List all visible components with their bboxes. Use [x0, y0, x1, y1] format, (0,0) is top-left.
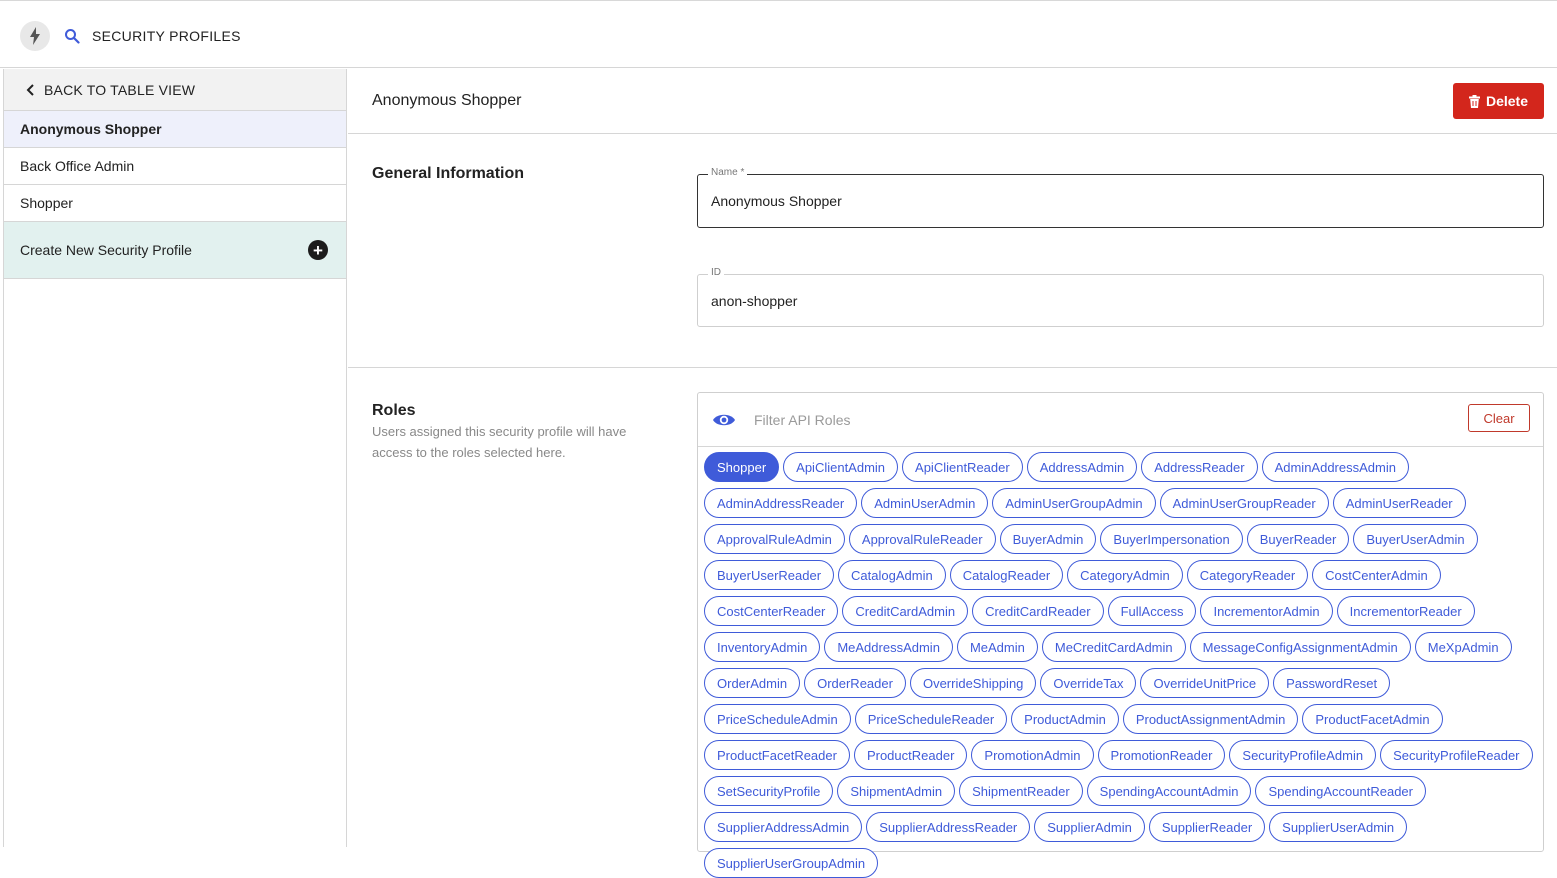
role-chip-overrideshipping[interactable]: OverrideShipping	[909, 668, 1037, 698]
role-chip-addressadmin[interactable]: AddressAdmin	[1026, 452, 1138, 482]
role-chip-shipmentadmin[interactable]: ShipmentAdmin	[837, 776, 956, 806]
role-chip-securityprofilereader[interactable]: SecurityProfileReader	[1380, 740, 1533, 770]
role-chip-messageconfigassignmentadmin[interactable]: MessageConfigAssignmentAdmin	[1189, 632, 1411, 662]
name-field[interactable]: Name * Anonymous Shopper	[697, 167, 1544, 228]
role-chip-apiclientreader[interactable]: ApiClientReader	[902, 452, 1023, 482]
role-chip-supplieraddressreader[interactable]: SupplierAddressReader	[866, 812, 1031, 842]
role-chip-costcenterreader[interactable]: CostCenterReader	[704, 596, 839, 626]
role-chips: Shopper ApiClientAdmin ApiClientReader Addr…	[704, 452, 1534, 878]
role-chip-priceschedulereader[interactable]: PriceScheduleReader	[854, 704, 1008, 734]
main-panel: Anonymous Shopper Delete General Informa…	[348, 69, 1557, 878]
role-chip-incrementoradmin[interactable]: IncrementorAdmin	[1200, 596, 1333, 626]
search-icon[interactable]	[64, 27, 82, 45]
role-chip-orderadmin[interactable]: OrderAdmin	[704, 668, 801, 698]
role-chip-supplieradmin[interactable]: SupplierAdmin	[1034, 812, 1145, 842]
role-chip-supplierreader[interactable]: SupplierReader	[1148, 812, 1266, 842]
role-chip-adminaddressadmin[interactable]: AdminAddressAdmin	[1261, 452, 1409, 482]
create-label: Create New Security Profile	[20, 242, 192, 258]
role-chip-productadmin[interactable]: ProductAdmin	[1011, 704, 1119, 734]
role-chip-buyeruseradmin[interactable]: BuyerUserAdmin	[1353, 524, 1478, 554]
clear-button[interactable]: Clear	[1468, 404, 1530, 432]
role-chip-productassignmentadmin[interactable]: ProductAssignmentAdmin	[1122, 704, 1299, 734]
role-chip-productfacetadmin[interactable]: ProductFacetAdmin	[1302, 704, 1443, 734]
top-bar: SECURITY PROFILES	[0, 4, 1557, 68]
plus-circle-icon: +	[308, 240, 328, 260]
name-field-label: Name *	[708, 167, 748, 178]
role-chip-approvalruleadmin[interactable]: ApprovalRuleAdmin	[704, 524, 845, 554]
sidebar: BACK TO TABLE VIEW Anonymous Shopper Bac…	[3, 69, 347, 847]
trash-icon	[1468, 94, 1480, 108]
roles-selector: Filter API Roles Clear Shopper ApiClientA…	[697, 392, 1544, 878]
delete-button[interactable]: Delete	[1453, 83, 1544, 119]
name-field-value: Anonymous Shopper	[711, 193, 842, 209]
sidebar-item-shopper[interactable]: Shopper	[4, 185, 346, 222]
role-chip-shipmentreader[interactable]: ShipmentReader	[959, 776, 1083, 806]
role-chip-catalogreader[interactable]: CatalogReader	[949, 560, 1064, 590]
role-chip-promotionreader[interactable]: PromotionReader	[1097, 740, 1226, 770]
role-chip-adminaddressreader[interactable]: AdminAddressReader	[704, 488, 858, 518]
role-chip-buyeradmin[interactable]: BuyerAdmin	[999, 524, 1097, 554]
role-chip-buyeruserreader[interactable]: BuyerUserReader	[704, 560, 835, 590]
sidebar-item-back-office-admin[interactable]: Back Office Admin	[4, 148, 346, 185]
profile-title: Anonymous Shopper	[372, 92, 522, 109]
chevron-left-icon	[26, 83, 34, 96]
role-chip-productreader[interactable]: ProductReader	[853, 740, 968, 770]
role-chip-spendingaccountadmin[interactable]: SpendingAccountAdmin	[1086, 776, 1252, 806]
role-chip-catalogadmin[interactable]: CatalogAdmin	[838, 560, 946, 590]
role-chip-categoryadmin[interactable]: CategoryAdmin	[1067, 560, 1183, 590]
role-chip-securityprofileadmin[interactable]: SecurityProfileAdmin	[1229, 740, 1377, 770]
role-chip-buyerreader[interactable]: BuyerReader	[1246, 524, 1350, 554]
role-chip-passwordreset[interactable]: PasswordReset	[1273, 668, 1391, 698]
role-chip-fullaccess[interactable]: FullAccess	[1107, 596, 1197, 626]
eye-icon[interactable]	[712, 412, 736, 428]
roles-description: Users assigned this security profile wil…	[372, 424, 627, 460]
id-field[interactable]: ID anon-shopper	[697, 267, 1544, 327]
id-field-value: anon-shopper	[711, 293, 798, 309]
role-chip-meaddressadmin[interactable]: MeAddressAdmin	[824, 632, 953, 662]
role-chip-overrideunitprice[interactable]: OverrideUnitPrice	[1140, 668, 1270, 698]
role-chip-meadmin[interactable]: MeAdmin	[956, 632, 1038, 662]
back-to-table-view-button[interactable]: BACK TO TABLE VIEW	[4, 69, 346, 111]
general-information-section: General Information Name * Anonymous Sho…	[348, 134, 1557, 368]
role-chip-approvalrulereader[interactable]: ApprovalRuleReader	[848, 524, 996, 554]
page-section-title: SECURITY PROFILES	[92, 27, 241, 44]
role-chip-overridetax[interactable]: OverrideTax	[1040, 668, 1137, 698]
role-chip-categoryreader[interactable]: CategoryReader	[1186, 560, 1309, 590]
role-chip-mexpadmin[interactable]: MeXpAdmin	[1414, 632, 1512, 662]
role-chip-adminuserreader[interactable]: AdminUserReader	[1332, 488, 1466, 518]
role-chip-pricescheduleadmin[interactable]: PriceScheduleAdmin	[704, 704, 851, 734]
back-label: BACK TO TABLE VIEW	[44, 81, 196, 98]
lightning-logo-icon[interactable]	[20, 20, 50, 51]
role-chip-shopper[interactable]: Shopper	[704, 452, 780, 482]
role-chip-incrementorreader[interactable]: IncrementorReader	[1336, 596, 1475, 626]
role-chip-orderreader[interactable]: OrderReader	[804, 668, 906, 698]
main-header: Anonymous Shopper Delete	[348, 69, 1557, 134]
delete-label: Delete	[1485, 93, 1529, 109]
role-chip-supplieruseradmin[interactable]: SupplierUserAdmin	[1269, 812, 1408, 842]
role-chip-productfacetreader[interactable]: ProductFacetReader	[704, 740, 850, 770]
id-field-label: ID	[708, 267, 724, 278]
role-chip-adminuseradmin[interactable]: AdminUserAdmin	[861, 488, 989, 518]
role-chip-mecreditcardadmin[interactable]: MeCreditCardAdmin	[1041, 632, 1186, 662]
role-chip-supplierusergroupadmin[interactable]: SupplierUserGroupAdmin	[704, 848, 879, 878]
create-new-security-profile-button[interactable]: Create New Security Profile +	[4, 222, 346, 279]
role-chip-buyerimpersonation[interactable]: BuyerImpersonation	[1100, 524, 1243, 554]
filter-api-roles-input[interactable]: Filter API Roles	[754, 412, 850, 428]
sidebar-item-anonymous-shopper[interactable]: Anonymous Shopper	[4, 111, 346, 148]
roles-filter-row: Filter API Roles Clear	[698, 393, 1543, 447]
role-chip-creditcardreader[interactable]: CreditCardReader	[972, 596, 1104, 626]
role-chip-costcenteradmin[interactable]: CostCenterAdmin	[1312, 560, 1441, 590]
role-chip-adminusergroupadmin[interactable]: AdminUserGroupAdmin	[992, 488, 1156, 518]
role-chip-creditcardadmin[interactable]: CreditCardAdmin	[842, 596, 969, 626]
roles-title: Roles	[372, 402, 416, 419]
role-chip-adminusergroupreader[interactable]: AdminUserGroupReader	[1159, 488, 1329, 518]
role-chip-supplieraddressadmin[interactable]: SupplierAddressAdmin	[704, 812, 863, 842]
role-chip-promotionadmin[interactable]: PromotionAdmin	[971, 740, 1094, 770]
role-chip-addressreader[interactable]: AddressReader	[1141, 452, 1258, 482]
general-information-title: General Information	[372, 165, 525, 182]
role-chip-inventoryadmin[interactable]: InventoryAdmin	[704, 632, 821, 662]
role-chip-spendingaccountreader[interactable]: SpendingAccountReader	[1255, 776, 1426, 806]
role-chip-apiclientadmin[interactable]: ApiClientAdmin	[783, 452, 899, 482]
role-chip-setsecurityprofile[interactable]: SetSecurityProfile	[704, 776, 834, 806]
